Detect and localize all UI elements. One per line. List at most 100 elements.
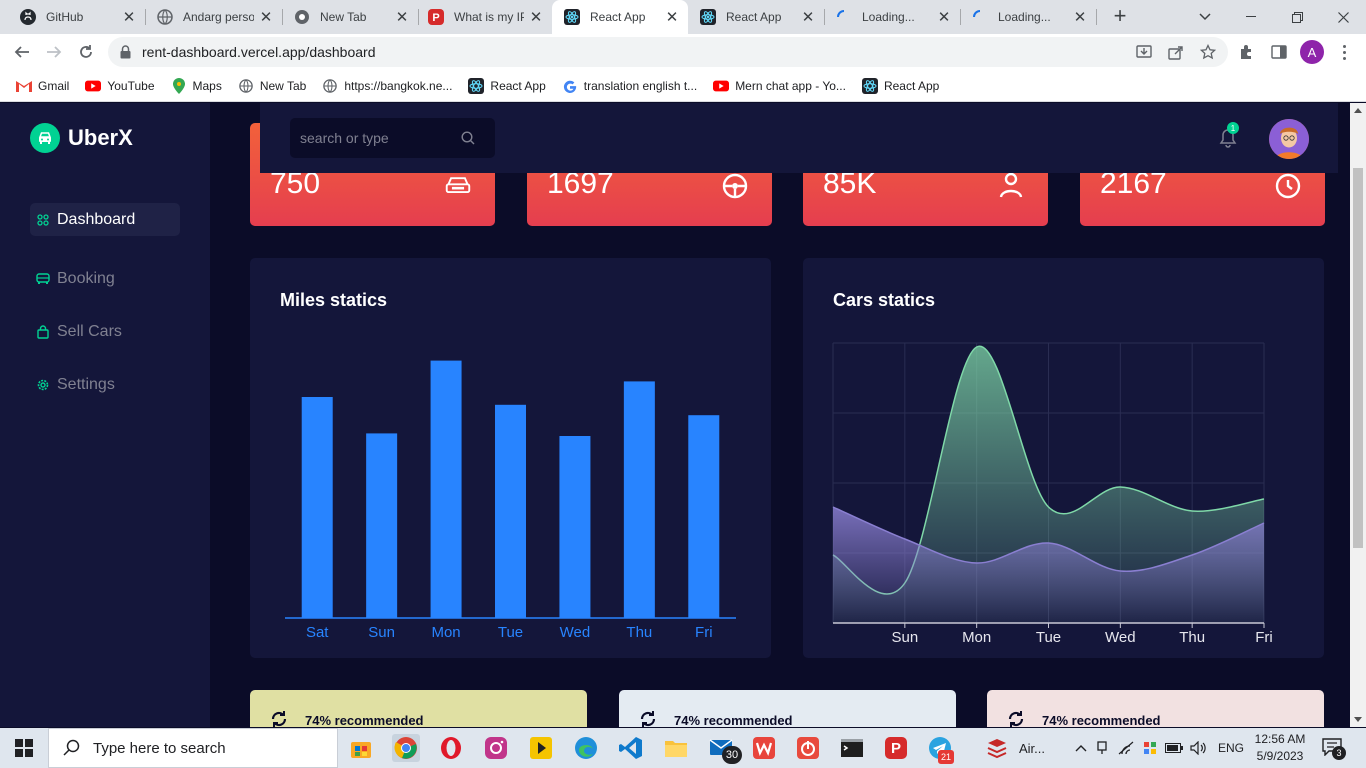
search-input[interactable] <box>290 130 460 146</box>
side-panel-icon[interactable] <box>1270 43 1288 61</box>
close-icon[interactable]: ✕ <box>528 8 544 26</box>
miles-bar-chart: Sat Sun Mon Tue Wed Thu Fri <box>285 360 736 641</box>
player-icon[interactable] <box>527 734 555 762</box>
new-tab-button[interactable]: + <box>1108 5 1132 29</box>
sidebar-item-booking[interactable]: Booking <box>30 262 180 295</box>
tab-what-is-my-ip[interactable]: P What is my IP ✕ <box>418 0 552 34</box>
bookmark-youtube[interactable]: YouTube <box>85 78 155 94</box>
close-icon[interactable]: ✕ <box>800 8 816 26</box>
back-button[interactable] <box>10 40 34 64</box>
dashboard-app: UberX Dashboard Booking Sell Cars Settin… <box>0 103 1366 727</box>
brand-logo[interactable]: UberX <box>30 123 133 153</box>
recommendation-card[interactable]: 74% recommended <box>250 690 587 727</box>
x-tick-label: Sun <box>368 624 395 641</box>
chevron-up-icon[interactable] <box>1072 744 1090 752</box>
share-icon[interactable] <box>1167 43 1185 61</box>
close-window-button[interactable] <box>1320 0 1366 34</box>
close-icon[interactable]: ✕ <box>664 8 680 26</box>
page-scrollbar[interactable] <box>1350 103 1366 727</box>
language-indicator[interactable]: ENG <box>1218 741 1244 755</box>
react-icon <box>700 9 716 25</box>
telegram-badge: 21 <box>938 750 954 764</box>
bookmark-translation[interactable]: translation english t... <box>562 78 697 94</box>
lock-icon[interactable] <box>118 44 132 60</box>
edge-icon[interactable] <box>572 734 600 762</box>
globe-icon <box>238 78 254 94</box>
taxi-icon <box>30 123 60 153</box>
bookmark-maps[interactable]: Maps <box>171 77 222 94</box>
forward-button[interactable] <box>42 40 66 64</box>
search-icon[interactable] <box>460 130 476 146</box>
sidebar-item-dashboard[interactable]: Dashboard <box>30 203 180 236</box>
tab-github[interactable]: GitHub ✕ <box>0 0 145 34</box>
taskbar-search[interactable]: Type here to search <box>48 728 338 768</box>
tab-new-tab[interactable]: New Tab ✕ <box>282 0 418 34</box>
tray-icons: ENG <box>1072 728 1244 768</box>
tab-loading-2[interactable]: Loading... ✕ <box>960 0 1096 34</box>
install-icon[interactable] <box>1135 43 1153 61</box>
browser-menu-button[interactable] <box>1336 40 1352 64</box>
bookmark-react-app-2[interactable]: React App <box>861 77 939 94</box>
sidebar: UberX Dashboard Booking Sell Cars Settin… <box>0 103 210 727</box>
bookmark-gmail[interactable]: Gmail <box>16 78 69 94</box>
wps-icon[interactable] <box>750 734 778 762</box>
tab-andarg[interactable]: Andarg perso ✕ <box>145 0 282 34</box>
power-app-icon[interactable] <box>794 734 822 762</box>
tab-loading[interactable]: Loading... ✕ <box>824 0 960 34</box>
star-icon[interactable] <box>1199 43 1217 61</box>
tab-react-app-active[interactable]: React App ✕ <box>552 0 688 34</box>
recommendation-card[interactable]: 74% recommended <box>987 690 1324 727</box>
refresh-icon <box>271 711 287 727</box>
scrollbar-thumb[interactable] <box>1353 168 1363 548</box>
tab-search-button[interactable] <box>1182 0 1228 34</box>
restore-icon <box>1291 11 1303 23</box>
avatar[interactable] <box>1269 119 1309 159</box>
x-tick-label: Thu <box>1179 629 1205 646</box>
bookmark-mern-chat[interactable]: Mern chat app - Yo... <box>713 78 846 94</box>
close-icon[interactable]: ✕ <box>1072 8 1088 26</box>
opera-icon[interactable] <box>437 734 465 762</box>
sidebar-item-sell-cars[interactable]: Sell Cars <box>30 315 180 348</box>
usb-icon[interactable] <box>1090 741 1114 755</box>
profile-avatar[interactable]: A <box>1300 40 1324 64</box>
close-icon[interactable]: ✕ <box>936 8 952 26</box>
close-icon[interactable]: ✕ <box>394 8 410 26</box>
start-button[interactable] <box>0 728 48 768</box>
restore-button[interactable] <box>1274 0 1320 34</box>
store-icon[interactable] <box>347 734 375 762</box>
extensions-icon[interactable] <box>1238 43 1256 61</box>
chevron-down-icon <box>1199 13 1211 21</box>
bookmark-label: https://bangkok.ne... <box>344 78 453 93</box>
vscode-icon[interactable] <box>617 734 645 762</box>
sidebar-item-label: Sell Cars <box>57 322 122 340</box>
scroll-down-arrow[interactable] <box>1354 717 1362 722</box>
instagram-icon[interactable] <box>482 734 510 762</box>
terminal-icon[interactable] <box>838 734 866 762</box>
p-app-taskbar-icon[interactable]: P <box>882 734 910 762</box>
close-icon[interactable]: ✕ <box>121 8 137 26</box>
chrome-taskbar-icon[interactable] <box>392 734 420 762</box>
bookmark-react-app[interactable]: React App <box>468 77 546 94</box>
recommendation-card[interactable]: 74% recommended <box>619 690 956 727</box>
scroll-up-arrow[interactable] <box>1354 108 1362 113</box>
notification-center-button[interactable]: 3 <box>1318 736 1348 760</box>
url-text[interactable]: rent-dashboard.vercel.app/dashboard <box>142 44 376 60</box>
bookmark-new-tab[interactable]: New Tab <box>238 78 306 94</box>
volume-icon[interactable] <box>1186 741 1210 755</box>
airdroid-tray[interactable]: Air... <box>985 728 1045 768</box>
security-icon[interactable] <box>1138 740 1162 756</box>
minimize-button[interactable] <box>1228 0 1274 34</box>
system-clock[interactable]: 12:56 AM 5/9/2023 <box>1250 731 1310 765</box>
tab-react-app[interactable]: React App ✕ <box>688 0 824 34</box>
bookmark-label: translation english t... <box>583 78 698 93</box>
reload-button[interactable] <box>74 40 98 64</box>
bookmark-bangkok[interactable]: https://bangkok.ne... <box>322 78 452 94</box>
file-explorer-icon[interactable] <box>662 734 690 762</box>
battery-icon[interactable] <box>1162 743 1186 753</box>
close-icon[interactable]: ✕ <box>258 8 274 26</box>
sidebar-item-settings[interactable]: Settings <box>30 368 180 401</box>
search-box[interactable] <box>290 118 495 158</box>
x-tick-label: Tue <box>498 624 523 641</box>
address-bar[interactable]: rent-dashboard.vercel.app/dashboard <box>108 37 1228 67</box>
wifi-icon[interactable] <box>1114 741 1138 755</box>
